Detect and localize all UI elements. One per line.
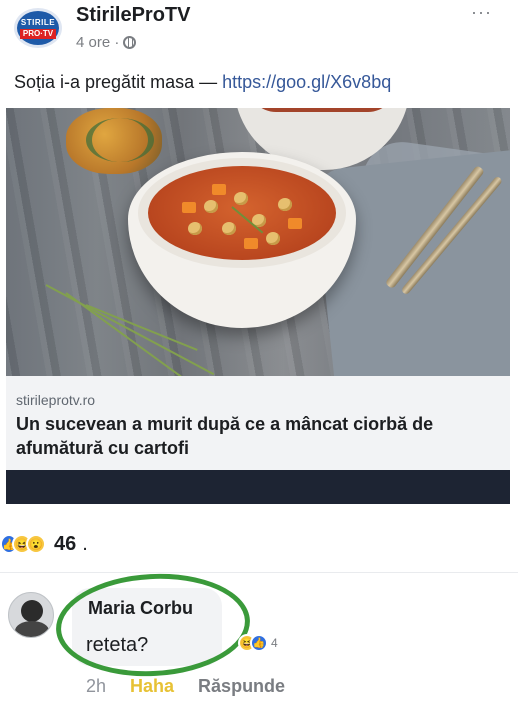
chickpea bbox=[204, 200, 218, 213]
carrot-piece bbox=[288, 218, 302, 229]
chickpea bbox=[278, 198, 292, 211]
chickpea bbox=[234, 192, 248, 205]
reply-button[interactable]: Răspunde bbox=[198, 676, 285, 697]
reactions-summary[interactable]: 👍 😆 😮 46 . bbox=[0, 530, 88, 558]
post-text: Soția i-a pregătit masa — https://goo.gl… bbox=[14, 72, 391, 93]
link-preview[interactable]: stirileprotv.ro Un sucevean a murit după… bbox=[6, 376, 510, 472]
post-header: STIRILE PRO·TV StirileProTV 4 ore · ··· bbox=[0, 0, 518, 60]
logo-text-line1: STIRILE bbox=[20, 17, 56, 27]
post-link[interactable]: https://goo.gl/X6v8bq bbox=[222, 72, 391, 92]
post-time-text: 4 ore · bbox=[76, 34, 120, 51]
carrot-piece bbox=[244, 238, 258, 249]
wow-icon: 😮 bbox=[26, 534, 46, 554]
globe-icon bbox=[123, 36, 137, 49]
carrot-piece bbox=[212, 184, 226, 195]
chickpea bbox=[222, 222, 236, 235]
more-options-button[interactable]: ··· bbox=[471, 2, 492, 23]
chickpea bbox=[188, 222, 202, 235]
divider bbox=[0, 572, 518, 573]
article-photo[interactable] bbox=[6, 108, 510, 376]
haha-button[interactable]: Haha bbox=[130, 676, 174, 697]
reaction-dot: . bbox=[82, 532, 88, 555]
preview-footer-bar bbox=[6, 470, 510, 504]
like-icon: 👍 bbox=[250, 634, 268, 652]
post-timestamp[interactable]: 4 ore · bbox=[76, 34, 137, 51]
avatar[interactable] bbox=[8, 592, 54, 638]
comment-time[interactable]: 2h bbox=[86, 676, 106, 697]
page-logo[interactable]: STIRILE PRO·TV bbox=[14, 8, 62, 48]
pumpkin bbox=[66, 108, 162, 174]
post-caption: Soția i-a pregătit masa — bbox=[14, 72, 223, 92]
preview-headline[interactable]: Un sucevean a murit după ce a mâncat cio… bbox=[16, 412, 506, 460]
reaction-count: 46 bbox=[54, 532, 77, 555]
page-name-link[interactable]: StirileProTV bbox=[76, 4, 190, 27]
chickpea bbox=[266, 232, 280, 245]
comment-reactions[interactable]: 😆 👍 4 bbox=[238, 634, 278, 652]
comment-actions: 2h Haha Răspunde bbox=[86, 676, 285, 697]
soup bbox=[148, 166, 336, 260]
preview-domain: stirileprotv.ro bbox=[16, 392, 96, 408]
back-bowl-soup bbox=[248, 108, 396, 112]
carrot-piece bbox=[182, 202, 196, 213]
comment-reaction-count: 4 bbox=[271, 636, 278, 650]
logo-text-line2: PRO·TV bbox=[19, 28, 57, 39]
